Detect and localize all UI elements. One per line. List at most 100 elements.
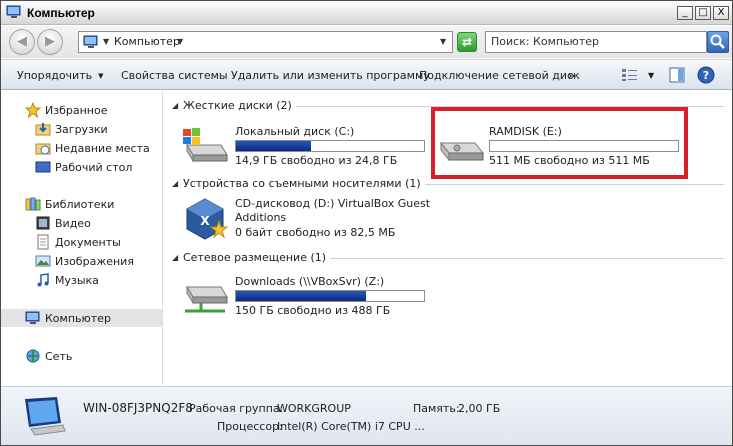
- collapse-triangle-icon: ◢: [172, 253, 179, 262]
- explorer-window: Компьютер _ □ X ◀ ▶ ▼ Компьютер ▼ ▼ ⇄ По…: [0, 0, 733, 446]
- nav-images[interactable]: Изображения: [1, 252, 162, 270]
- arrow-right-icon: ▶: [45, 34, 55, 49]
- collapse-triangle-icon: ◢: [172, 101, 179, 110]
- command-bar: Упорядочить ▼ Свойства системы Удалить ил…: [1, 59, 732, 90]
- collapse-triangle-icon: ◢: [172, 179, 179, 188]
- drive-d[interactable]: X CD-дисковод (D:) VirtualBox Guest Addi…: [181, 197, 461, 245]
- nav-network-label: Сеть: [45, 350, 73, 363]
- nav-documents[interactable]: Документы: [1, 233, 162, 251]
- breadcrumb-chevron-icon[interactable]: ▼: [177, 37, 183, 46]
- nav-music[interactable]: Музыка: [1, 271, 162, 289]
- drive-d-free-space: 0 байт свободно из 82,5 МБ: [235, 226, 396, 239]
- refresh-button[interactable]: ⇄: [457, 32, 477, 52]
- group-header-network[interactable]: ◢ Сетевое размещение (1): [172, 251, 724, 265]
- close-button[interactable]: X: [713, 6, 729, 20]
- organize-button[interactable]: Упорядочить ▼: [17, 69, 104, 82]
- navigation-pane: Избранное Загрузки Недавние места Рабочи…: [1, 91, 163, 385]
- refresh-icon: ⇄: [461, 35, 473, 49]
- address-bar[interactable]: ▼ Компьютер ▼ ▼: [78, 31, 453, 53]
- content-area: ◢ Жесткие диски (2) Локальный диск (C:) …: [164, 91, 732, 385]
- memory-label: Память:: [413, 402, 460, 415]
- nav-recent-places[interactable]: Недавние места: [1, 139, 162, 157]
- cpu-label: Процессор:: [217, 420, 283, 433]
- drive-z-free-space: 150 ГБ свободно из 488 ГБ: [235, 304, 391, 317]
- music-icon: [37, 273, 49, 287]
- drive-z-name: Downloads (\\VBoxSvr) (Z:): [235, 275, 385, 288]
- nav-libraries[interactable]: Библиотеки: [1, 195, 162, 213]
- search-button[interactable]: [707, 31, 729, 53]
- drive-z[interactable]: Downloads (\\VBoxSvr) (Z:) 150 ГБ свобод…: [181, 275, 426, 319]
- network-icon: [26, 349, 40, 363]
- computer-large-icon: [25, 397, 66, 436]
- back-button[interactable]: ◀: [9, 29, 35, 55]
- desktop-icon: [35, 161, 51, 173]
- more-commands-button[interactable]: »: [568, 69, 575, 82]
- drive-c-name: Локальный диск (C:): [235, 125, 355, 138]
- nav-desktop-label: Рабочий стол: [55, 161, 133, 174]
- nav-libraries-label: Библиотеки: [45, 198, 115, 211]
- recent-places-icon: [35, 143, 51, 155]
- workgroup-label: Рабочая группа:: [189, 402, 284, 415]
- preview-pane-icon[interactable]: [669, 67, 685, 83]
- nav-video-label: Видео: [55, 217, 91, 230]
- nav-video[interactable]: Видео: [1, 214, 162, 232]
- nav-computer-label: Компьютер: [45, 312, 111, 325]
- drive-d-name-line1: CD-дисковод (D:) VirtualBox Guest: [235, 197, 431, 210]
- search-input[interactable]: Поиск: Компьютер: [485, 31, 707, 53]
- network-drive-icon: [185, 285, 228, 313]
- downloads-folder-icon: [35, 123, 51, 136]
- group-header-removable[interactable]: ◢ Устройства со съемными носителями (1): [172, 177, 724, 191]
- breadcrumb-chevron-icon[interactable]: ▼: [103, 37, 109, 46]
- libraries-icon: [25, 197, 41, 211]
- minimize-button[interactable]: _: [677, 6, 693, 20]
- maximize-button[interactable]: □: [695, 6, 711, 20]
- nav-downloads[interactable]: Загрузки: [1, 120, 162, 138]
- arrow-left-icon: ◀: [17, 34, 27, 49]
- chevron-down-icon: ▼: [98, 72, 104, 80]
- uninstall-program-button[interactable]: Удалить или изменить программу: [231, 69, 430, 82]
- drive-z-usage-bar: [235, 290, 425, 302]
- nav-computer[interactable]: Компьютер: [1, 309, 162, 327]
- red-highlight-box: [431, 107, 688, 179]
- computer-icon: [83, 35, 98, 48]
- view-chevron-down-icon[interactable]: ▼: [648, 71, 654, 80]
- nav-favorites[interactable]: Избранное: [1, 101, 162, 119]
- drive-d-name-line2: Additions: [235, 211, 287, 224]
- nav-music-label: Музыка: [55, 274, 99, 287]
- computer-name: WIN-08FJ3PNQ2F8: [83, 401, 193, 415]
- drive-c-free-space: 14,9 ГБ свободно из 24,8 ГБ: [235, 154, 398, 167]
- breadcrumb-computer[interactable]: Компьютер: [114, 35, 180, 48]
- nav-desktop[interactable]: Рабочий стол: [1, 158, 162, 176]
- computer-icon: [6, 5, 21, 18]
- address-row: ◀ ▶ ▼ Компьютер ▼ ▼ ⇄ Поиск: Компьютер: [1, 26, 732, 58]
- nav-favorites-label: Избранное: [45, 104, 108, 117]
- nav-documents-label: Документы: [55, 236, 121, 249]
- search-placeholder: Поиск: Компьютер: [491, 35, 599, 48]
- video-icon: [36, 216, 50, 230]
- images-icon: [35, 255, 51, 267]
- cpu-value: Intel(R) Core(TM) i7 CPU ...: [277, 420, 425, 433]
- system-properties-button[interactable]: Свойства системы: [121, 69, 228, 82]
- nav-network[interactable]: Сеть: [1, 347, 162, 365]
- computer-icon: [25, 311, 40, 324]
- drive-c[interactable]: Локальный диск (C:) 14,9 ГБ свободно из …: [181, 125, 426, 169]
- drive-c-usage-bar: [235, 140, 425, 152]
- view-options-icon[interactable]: [621, 68, 639, 82]
- workgroup-value: WORKGROUP: [277, 402, 351, 415]
- address-history-chevron-icon[interactable]: ▼: [440, 37, 446, 46]
- group-title-network: Сетевое размещение (1): [183, 251, 331, 264]
- nav-images-label: Изображения: [55, 255, 134, 268]
- help-icon[interactable]: ?: [697, 66, 715, 84]
- memory-value: 2,00 ГБ: [458, 402, 501, 415]
- drive-c-usage-fill: [236, 141, 312, 151]
- star-icon: [25, 102, 41, 118]
- svg-text:X: X: [200, 214, 210, 228]
- hard-drive-windows-icon: [183, 128, 228, 163]
- map-network-drive-button[interactable]: Подключение сетевой диск: [419, 69, 580, 82]
- drive-z-usage-fill: [236, 291, 366, 301]
- virtualbox-cd-icon: X: [186, 198, 229, 240]
- group-title-hard-drives: Жесткие диски (2): [183, 99, 296, 112]
- forward-button[interactable]: ▶: [37, 29, 63, 55]
- group-title-removable: Устройства со съемными носителями (1): [183, 177, 425, 190]
- svg-text:?: ?: [703, 69, 709, 82]
